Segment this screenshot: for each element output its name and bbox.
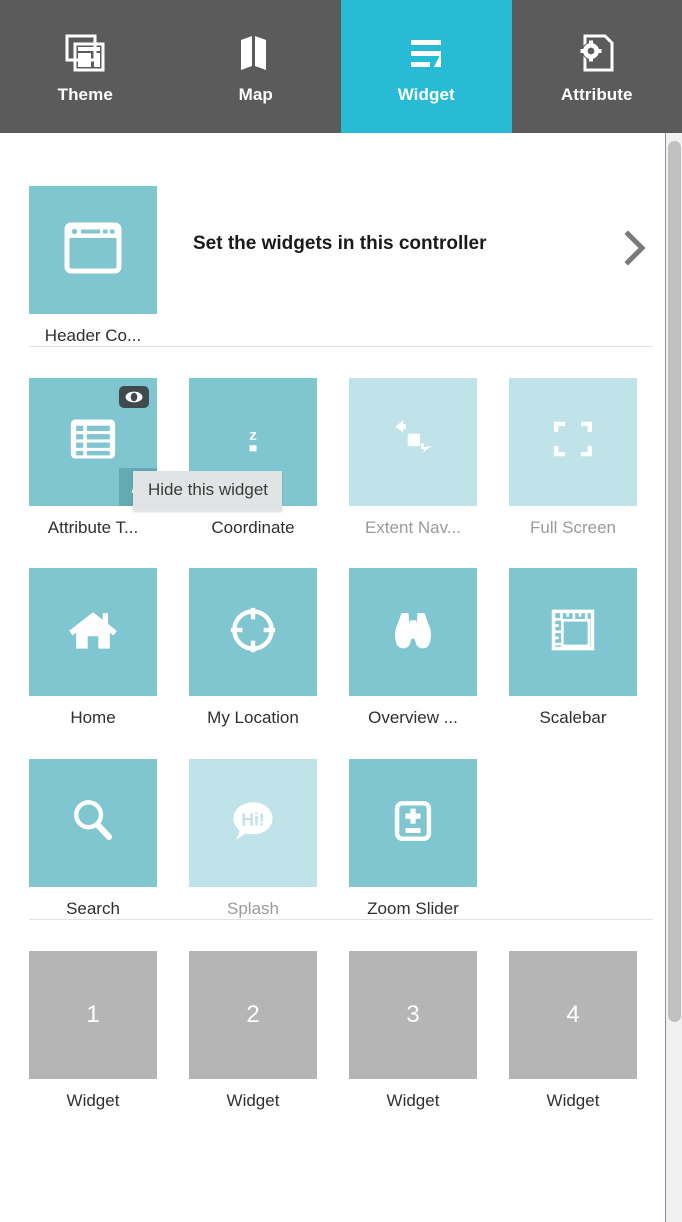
widget-cell-coordinate: z Coordinate (189, 377, 317, 538)
widget-cell-overview-map: Overview ... (349, 568, 477, 728)
scalebar-icon (542, 599, 604, 666)
widget-label-coordinate: Coordinate (211, 517, 295, 537)
search-icon (62, 790, 124, 857)
placeholder-number-3: 3 (406, 1000, 420, 1028)
widget-cell-splash: Hi! Splash (189, 759, 317, 919)
placeholder-cell-1: 1 Widget (29, 950, 157, 1111)
widget-tile-search[interactable] (29, 759, 157, 888)
browser-window-icon (58, 213, 128, 288)
header-controller-description: Set the widgets in this controller (193, 233, 487, 254)
widget-tile-overview-map[interactable] (349, 568, 477, 697)
widget-label-attribute-table: Attribute T... (47, 517, 139, 537)
widget-cell-home: Home (29, 568, 157, 728)
settings-scroll-body: Header Co... Set the widgets in this con… (0, 133, 682, 1222)
tab-attribute-label: Attribute (560, 85, 633, 104)
placeholder-tile-1[interactable]: 1 (29, 950, 157, 1079)
coordinate-icon: z (222, 408, 284, 475)
placeholder-cell-4: 4 Widget (509, 950, 637, 1111)
widget-label-scalebar: Scalebar (539, 708, 607, 728)
widget-label-home: Home (70, 708, 116, 728)
widget-tile-home[interactable] (29, 568, 157, 697)
widget-label-search: Search (66, 899, 120, 919)
placeholder-number-1: 1 (86, 1000, 100, 1028)
tab-theme[interactable]: Theme (0, 0, 171, 133)
widget-label-zoom-slider: Zoom Slider (367, 899, 459, 919)
placeholder-number-4: 4 (566, 1000, 580, 1028)
binoculars-icon (382, 599, 444, 666)
widget-tile-scalebar[interactable] (509, 568, 637, 697)
list-table-icon (62, 408, 124, 475)
vertical-scrollbar-track[interactable] (665, 133, 682, 1222)
placeholder-label-4: Widget (546, 1090, 600, 1110)
tab-widget-label: Widget (397, 85, 455, 104)
widget-label-full-screen: Full Screen (530, 517, 616, 537)
chevron-right-icon (620, 226, 650, 275)
tab-map-label: Map (238, 85, 273, 104)
my-location-icon (222, 599, 284, 666)
header-controller-tile[interactable] (29, 186, 157, 314)
vertical-scrollbar-thumb[interactable] (668, 141, 681, 1022)
widget-label-my-location: My Location (207, 708, 299, 728)
placeholder-label-3: Widget (386, 1090, 440, 1110)
widget-tile-full-screen[interactable] (509, 377, 637, 506)
widget-tile-extent-navigate[interactable] (349, 377, 477, 506)
svg-text:Hi!: Hi! (241, 809, 265, 829)
widget-label-overview-map: Overview ... (368, 708, 458, 728)
widget-cell-empty (509, 759, 637, 919)
placeholder-tile-2[interactable]: 2 (189, 950, 317, 1079)
svg-text:z: z (249, 427, 257, 444)
placeholder-tile-3[interactable]: 3 (349, 950, 477, 1079)
zoom-slider-icon (382, 790, 444, 857)
placeholder-cell-2: 2 Widget (189, 950, 317, 1111)
header-controller-tile-label: Header Co... (44, 326, 142, 345)
placeholder-tile-4[interactable]: 4 (509, 950, 637, 1079)
widget-cell-full-screen: Full Screen (509, 377, 637, 538)
attribute-icon (574, 30, 620, 76)
home-icon (62, 599, 124, 666)
extent-nav-icon (382, 408, 444, 475)
widget-tile-splash[interactable]: Hi! (189, 759, 317, 888)
widget-settings-panel: Theme Map Widget Attribute Header Co... … (0, 0, 682, 1222)
widget-cell-search: Search (29, 759, 157, 919)
widget-grid-row-1: Attribute T... z Coordinate Extent Nav..… (29, 377, 653, 538)
placeholder-widget-row: 1 Widget 2 Widget 3 Widget 4 Widget (29, 950, 653, 1111)
header-controller-row: Header Co... Set the widgets in this con… (29, 133, 653, 346)
divider-bottom (29, 918, 653, 920)
tab-map[interactable]: Map (171, 0, 342, 133)
tab-theme-label: Theme (57, 85, 113, 104)
main-tabbar: Theme Map Widget Attribute (0, 0, 682, 133)
widget-label-extent-navigate: Extent Nav... (364, 517, 462, 537)
header-controller-tile-wrap: Header Co... (29, 186, 157, 346)
splash-icon: Hi! (222, 790, 284, 857)
widget-cell-my-location: My Location (189, 568, 317, 728)
hide-widget-tooltip: Hide this widget (133, 471, 283, 511)
widget-tile-my-location[interactable] (189, 568, 317, 697)
placeholder-label-2: Widget (226, 1090, 280, 1110)
widget-grid-row-3: Search Hi! Splash Zoom Slider (29, 759, 653, 919)
widget-cell-attribute-table: Attribute T... (29, 377, 157, 538)
hide-widget-eye-icon[interactable] (119, 385, 149, 408)
widget-label-splash: Splash (227, 899, 279, 919)
tab-attribute[interactable]: Attribute (512, 0, 682, 133)
placeholder-label-1: Widget (66, 1090, 120, 1110)
header-controller-open-button[interactable] (617, 186, 653, 275)
full-screen-icon (542, 408, 604, 475)
widget-cell-scalebar: Scalebar (509, 568, 637, 728)
widget-grid-row-2: Home My Location Overview ... Scalebar (29, 568, 653, 728)
widget-cell-extent-navigate: Extent Nav... (349, 377, 477, 538)
widget-cell-zoom-slider: Zoom Slider (349, 759, 477, 919)
map-icon (233, 30, 279, 76)
divider-top (29, 345, 653, 347)
tab-widget[interactable]: Widget (341, 0, 512, 133)
placeholder-number-2: 2 (246, 1000, 260, 1028)
widget-tile-zoom-slider[interactable] (349, 759, 477, 888)
widget-icon (403, 30, 449, 76)
placeholder-cell-3: 3 Widget (349, 950, 477, 1111)
theme-icon (62, 30, 108, 76)
